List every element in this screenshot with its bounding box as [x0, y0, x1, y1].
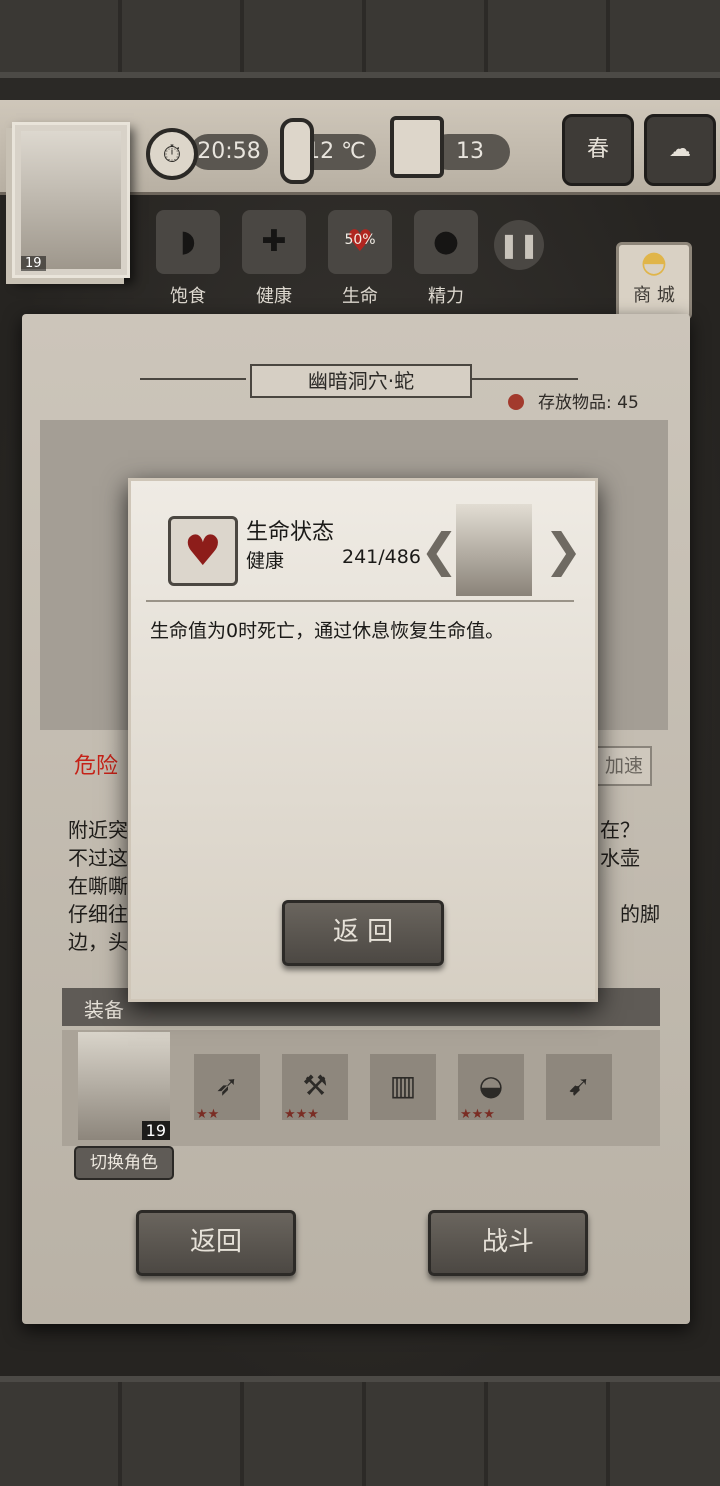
- chevron-left-icon: ❮: [420, 523, 459, 577]
- story-fragment-left: 在嘶嘶: [68, 874, 128, 898]
- story-fragment-right: 水壶: [600, 846, 640, 870]
- life-percent: 50%: [344, 232, 376, 248]
- wood-frame-top: [0, 0, 720, 78]
- season-button[interactable]: 春: [562, 114, 634, 186]
- calendar-icon: [390, 116, 444, 178]
- character-level: 19: [21, 256, 46, 271]
- pause-icon: ❚❚: [498, 231, 540, 259]
- helmet-icon: ◒: [478, 1069, 504, 1102]
- story-fragment-right: 在？: [600, 818, 640, 842]
- storage-icon: [508, 394, 524, 410]
- item-stars: ★★: [196, 1107, 220, 1122]
- title-ornament-left: [140, 378, 246, 380]
- dialog-divider: [146, 600, 574, 602]
- story-fragment-left: 不过这: [68, 846, 128, 870]
- heart-icon: ♥: [184, 526, 222, 575]
- stopwatch-icon: ⏱: [146, 128, 198, 180]
- stat-label-health: 健康: [256, 286, 292, 307]
- equip-slot-axe[interactable]: ⚒ ★★★: [282, 1054, 348, 1122]
- location-title: 幽暗洞穴·蛇: [250, 364, 472, 398]
- dialog-portrait: [456, 504, 532, 596]
- life-icon-box: ♥: [168, 516, 238, 586]
- item-stars: ★★★: [460, 1107, 495, 1122]
- cloud-icon: ☁: [669, 137, 691, 162]
- character-portrait-card[interactable]: 19: [12, 122, 130, 278]
- prev-character-button[interactable]: ❮: [420, 520, 459, 580]
- switch-character-button[interactable]: 切换角色: [74, 1146, 174, 1180]
- stat-label-life: 生命: [342, 286, 378, 307]
- axe-icon: ⚒: [302, 1069, 328, 1102]
- equip-slot-crossbow[interactable]: ➶ ★★: [194, 1054, 260, 1122]
- shop-button[interactable]: ◓ 商 城: [616, 242, 692, 320]
- story-fragment-left: 附近突: [68, 818, 128, 842]
- stat-label-energy: 精力: [428, 286, 464, 307]
- vest-icon: ▥: [389, 1069, 417, 1102]
- plus-icon[interactable]: ✚: [242, 210, 306, 274]
- wood-frame-bottom: [0, 1376, 720, 1486]
- storage-label: 存放物品: 45: [538, 393, 639, 413]
- time-display: 20:58: [190, 134, 268, 170]
- chevron-right-icon: ❯: [544, 523, 583, 577]
- storage-count[interactable]: 存放物品: 45: [508, 388, 639, 413]
- dialog-back-button[interactable]: 返 回: [282, 900, 444, 966]
- stomach-icon[interactable]: ◗: [156, 210, 220, 274]
- back-button[interactable]: 返回: [136, 1210, 296, 1276]
- equip-slot-vest[interactable]: ▥: [370, 1054, 436, 1120]
- stat-label-satiety: 饱食: [170, 286, 206, 307]
- dialog-title: 生命状态: [246, 520, 335, 545]
- crossbow-icon: ➶: [215, 1069, 239, 1102]
- title-ornament-right: [472, 378, 578, 380]
- dialog-description: 生命值为0时死亡，通过休息恢复生命值。: [150, 620, 505, 642]
- character-face: [21, 131, 121, 269]
- weather-button[interactable]: ☁: [644, 114, 716, 186]
- season-label: 春: [586, 137, 609, 162]
- dialog-life-value: 241/486: [342, 546, 421, 568]
- shell-icon: ◓: [640, 245, 668, 280]
- dialog-status: 健康: [246, 550, 285, 572]
- speed-button[interactable]: 加速: [596, 746, 652, 786]
- equipment-label: 装备: [84, 998, 124, 1022]
- shop-label: 商 城: [633, 285, 675, 306]
- equipment-level: 19: [141, 1121, 170, 1140]
- story-fragment-left: 仔细往: [68, 902, 128, 926]
- fight-button[interactable]: 战斗: [428, 1210, 588, 1276]
- danger-label: 危险: [74, 754, 119, 779]
- pause-button[interactable]: ❚❚: [494, 220, 544, 270]
- story-fragment-right: 的脚: [620, 902, 660, 926]
- equipment-portrait[interactable]: 19: [78, 1032, 170, 1140]
- story-fragment-left: 边，头: [68, 930, 128, 954]
- person-icon[interactable]: ●: [414, 210, 478, 274]
- equip-slot-arrows[interactable]: ➹: [546, 1054, 612, 1120]
- next-character-button[interactable]: ❯: [544, 520, 583, 580]
- thermometer-icon: [280, 118, 314, 184]
- equip-slot-helmet[interactable]: ◒ ★★★: [458, 1054, 524, 1122]
- arrows-icon: ➹: [567, 1069, 591, 1102]
- item-stars: ★★★: [284, 1107, 319, 1122]
